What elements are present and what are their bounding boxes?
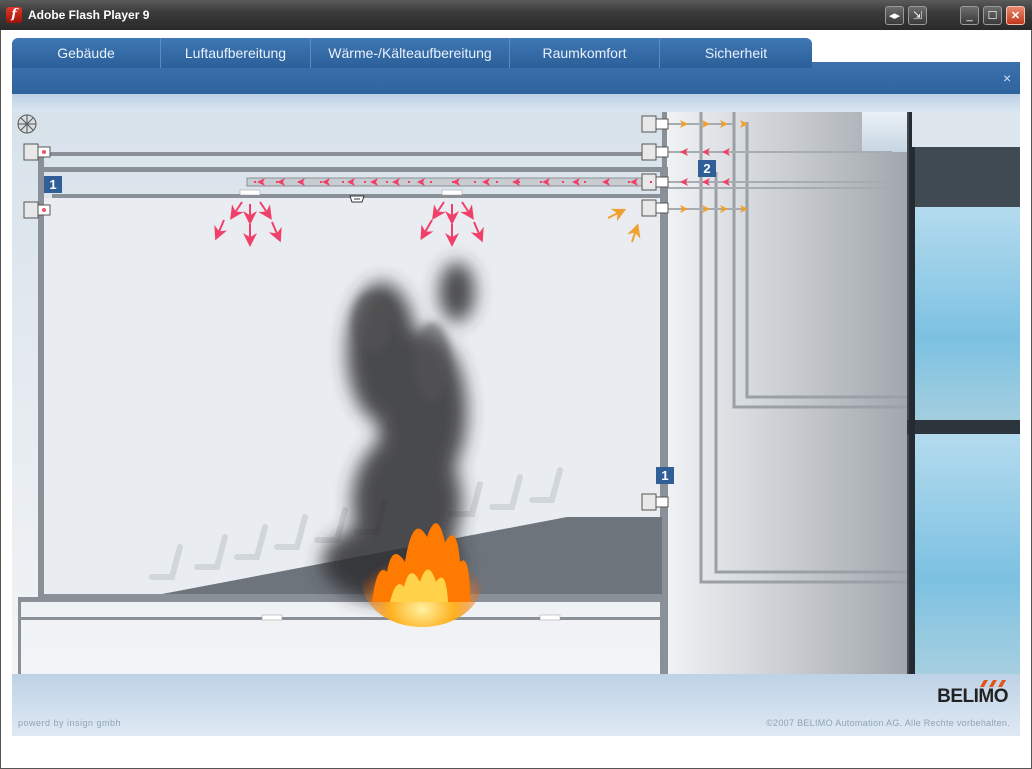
maximize-icon[interactable]: ☐ <box>983 6 1002 25</box>
tab-waerme-kaelteaufbereitung[interactable]: Wärme-/Kälteaufbereitung <box>311 38 510 68</box>
powered-by-text[interactable]: powerd by insign gmbh <box>18 718 121 728</box>
tab-raumkomfort[interactable]: Raumkomfort <box>510 38 660 68</box>
panel-close-icon[interactable]: × <box>1003 70 1011 86</box>
sub-header-strip <box>12 94 1020 112</box>
fullscreen-icon[interactable]: ⇲ <box>908 6 927 25</box>
belimo-logo: BELIMO <box>937 686 1008 707</box>
zone-label-1-left: 1 <box>49 177 57 192</box>
zone-label-1-right: 1 <box>661 468 669 483</box>
window-titlebar: f Adobe Flash Player 9 ◂▸ ⇲ _ ☐ ✕ <box>0 0 1032 31</box>
tab-luftaufbereitung[interactable]: Luftaufbereitung <box>161 38 311 68</box>
building-scene: 1 2 1 <box>12 112 1020 674</box>
tab-gebaeude[interactable]: Gebäude <box>12 38 161 68</box>
minimize-icon[interactable]: _ <box>960 6 979 25</box>
flash-icon: f <box>6 7 22 23</box>
zone-label-2: 2 <box>703 161 711 176</box>
tab-sicherheit[interactable]: Sicherheit <box>660 38 812 68</box>
window-title: Adobe Flash Player 9 <box>28 8 150 22</box>
fire-scene-illustration <box>12 112 1020 674</box>
copyright-text: ©2007 BELIMO Automation AG. Alle Rechte … <box>766 718 1010 728</box>
tab-bar: Gebäude Luftaufbereitung Wärme-/Kälteauf… <box>12 38 812 68</box>
restore-icon[interactable]: ◂▸ <box>885 6 904 25</box>
footer: BELIMO powerd by insign gmbh ©2007 BELIM… <box>12 674 1020 736</box>
close-icon[interactable]: ✕ <box>1006 6 1025 25</box>
